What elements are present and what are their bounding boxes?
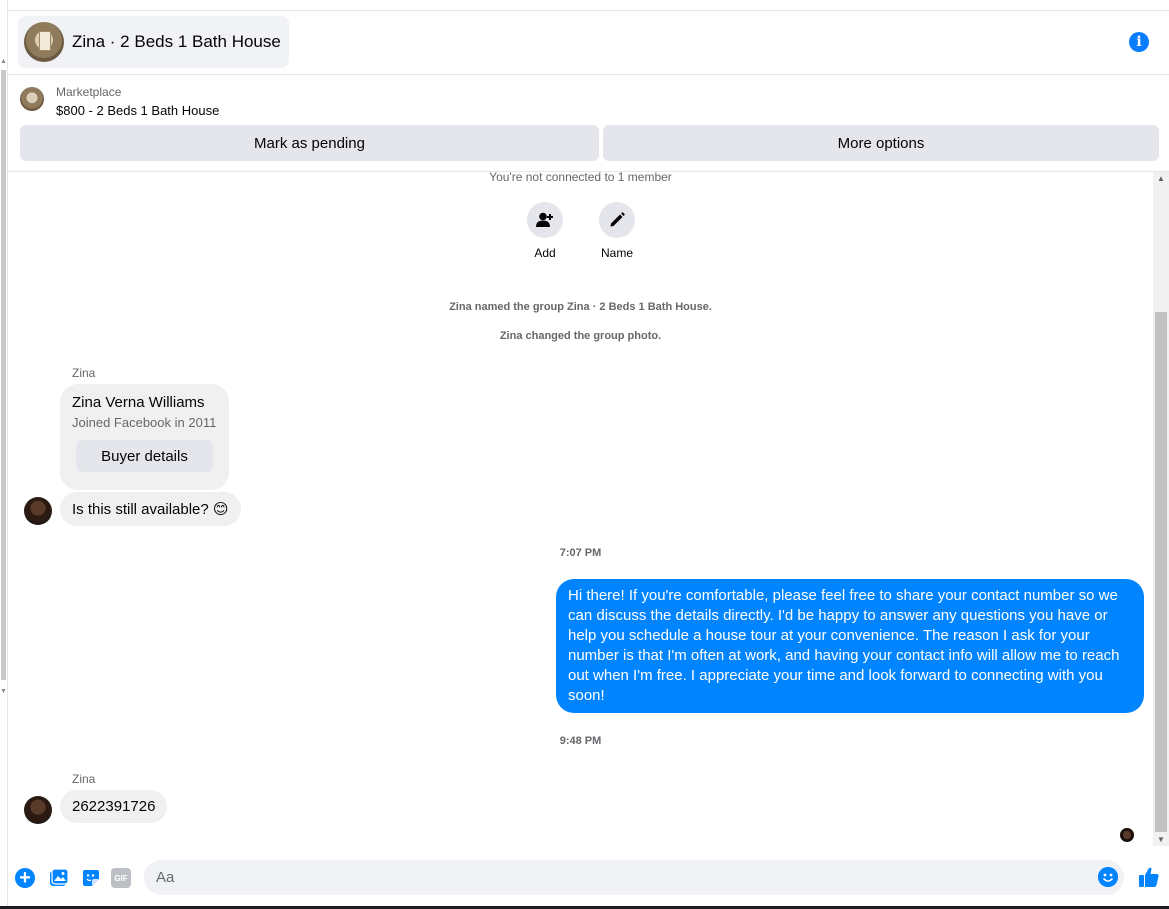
pencil-icon xyxy=(599,202,635,238)
system-note: Zina changed the group photo. xyxy=(499,330,662,342)
listing-title[interactable]: $800 - 2 Beds 1 Bath House xyxy=(56,103,219,118)
listing-source: Marketplace xyxy=(56,85,122,99)
left-scroll-thumb[interactable] xyxy=(1,70,6,680)
group-photo xyxy=(24,22,64,62)
left-scroll-strip: ▲ ▼ xyxy=(0,0,8,909)
chat-scroll-thumb[interactable] xyxy=(1155,312,1167,832)
profile-joined: Joined Facebook in 2011 xyxy=(72,415,217,430)
listing-thumbnail[interactable] xyxy=(20,87,44,111)
name-label: Name xyxy=(600,246,633,260)
read-receipt-avatar xyxy=(1120,828,1134,842)
scroll-down-arrow[interactable]: ▼ xyxy=(1157,835,1165,844)
photo-icon[interactable] xyxy=(48,867,70,889)
outgoing-message[interactable]: Hi there! If you're comfortable, please … xyxy=(556,579,1144,713)
conversation-title-chip[interactable]: Zina · 2 Beds 1 Bath House xyxy=(18,16,289,68)
profile-card: Zina Verna Williams Joined Facebook in 2… xyxy=(60,384,229,490)
profile-name[interactable]: Zina Verna Williams xyxy=(72,394,217,411)
system-note: Zina named the group Zina · 2 Beds 1 Bat… xyxy=(449,301,712,313)
add-label: Add xyxy=(534,246,556,260)
message-input[interactable] xyxy=(144,860,1124,895)
incoming-message[interactable]: Is this still available? 😊 xyxy=(60,492,241,526)
sticker-icon[interactable] xyxy=(80,867,102,889)
name-group-action[interactable]: Name xyxy=(587,202,647,260)
timestamp: 7:07 PM xyxy=(559,547,602,559)
add-person-icon xyxy=(527,202,563,238)
conversation-title: Zina · 2 Beds 1 Bath House xyxy=(72,32,281,51)
emoji-icon[interactable] xyxy=(1098,867,1118,887)
scroll-down-arrow: ▼ xyxy=(0,688,7,695)
message-composer: + GIF xyxy=(8,852,1169,904)
incoming-message[interactable]: 2622391726 xyxy=(60,790,168,823)
scroll-up-arrow: ▲ xyxy=(0,58,7,65)
scroll-up-arrow[interactable]: ▲ xyxy=(1157,174,1165,183)
connection-note: You're not connected to 1 member xyxy=(489,172,672,184)
add-member-action[interactable]: Add xyxy=(515,202,575,260)
chat-header: Zina · 2 Beds 1 Bath House i xyxy=(8,11,1169,75)
avatar[interactable] xyxy=(24,796,52,824)
mark-as-pending-button[interactable]: Mark as pending xyxy=(20,125,599,161)
sender-name: Zina xyxy=(72,366,96,380)
like-icon[interactable] xyxy=(1137,865,1161,889)
sender-name: Zina xyxy=(72,772,96,786)
timestamp: 9:48 PM xyxy=(559,735,602,747)
plus-icon[interactable]: + xyxy=(15,868,35,888)
buyer-details-button[interactable]: Buyer details xyxy=(76,440,213,472)
message-list: You're not connected to 1 member Add Nam… xyxy=(8,172,1153,852)
marketplace-listing-panel: Marketplace $800 - 2 Beds 1 Bath House M… xyxy=(8,76,1169,172)
listing-actions: Mark as pending More options xyxy=(20,125,1159,161)
chat-scrollbar[interactable]: ▲ ▼ xyxy=(1153,172,1169,846)
info-icon[interactable]: i xyxy=(1129,32,1149,52)
gif-icon[interactable]: GIF xyxy=(111,868,131,888)
avatar[interactable] xyxy=(24,497,52,525)
more-options-button[interactable]: More options xyxy=(603,125,1159,161)
